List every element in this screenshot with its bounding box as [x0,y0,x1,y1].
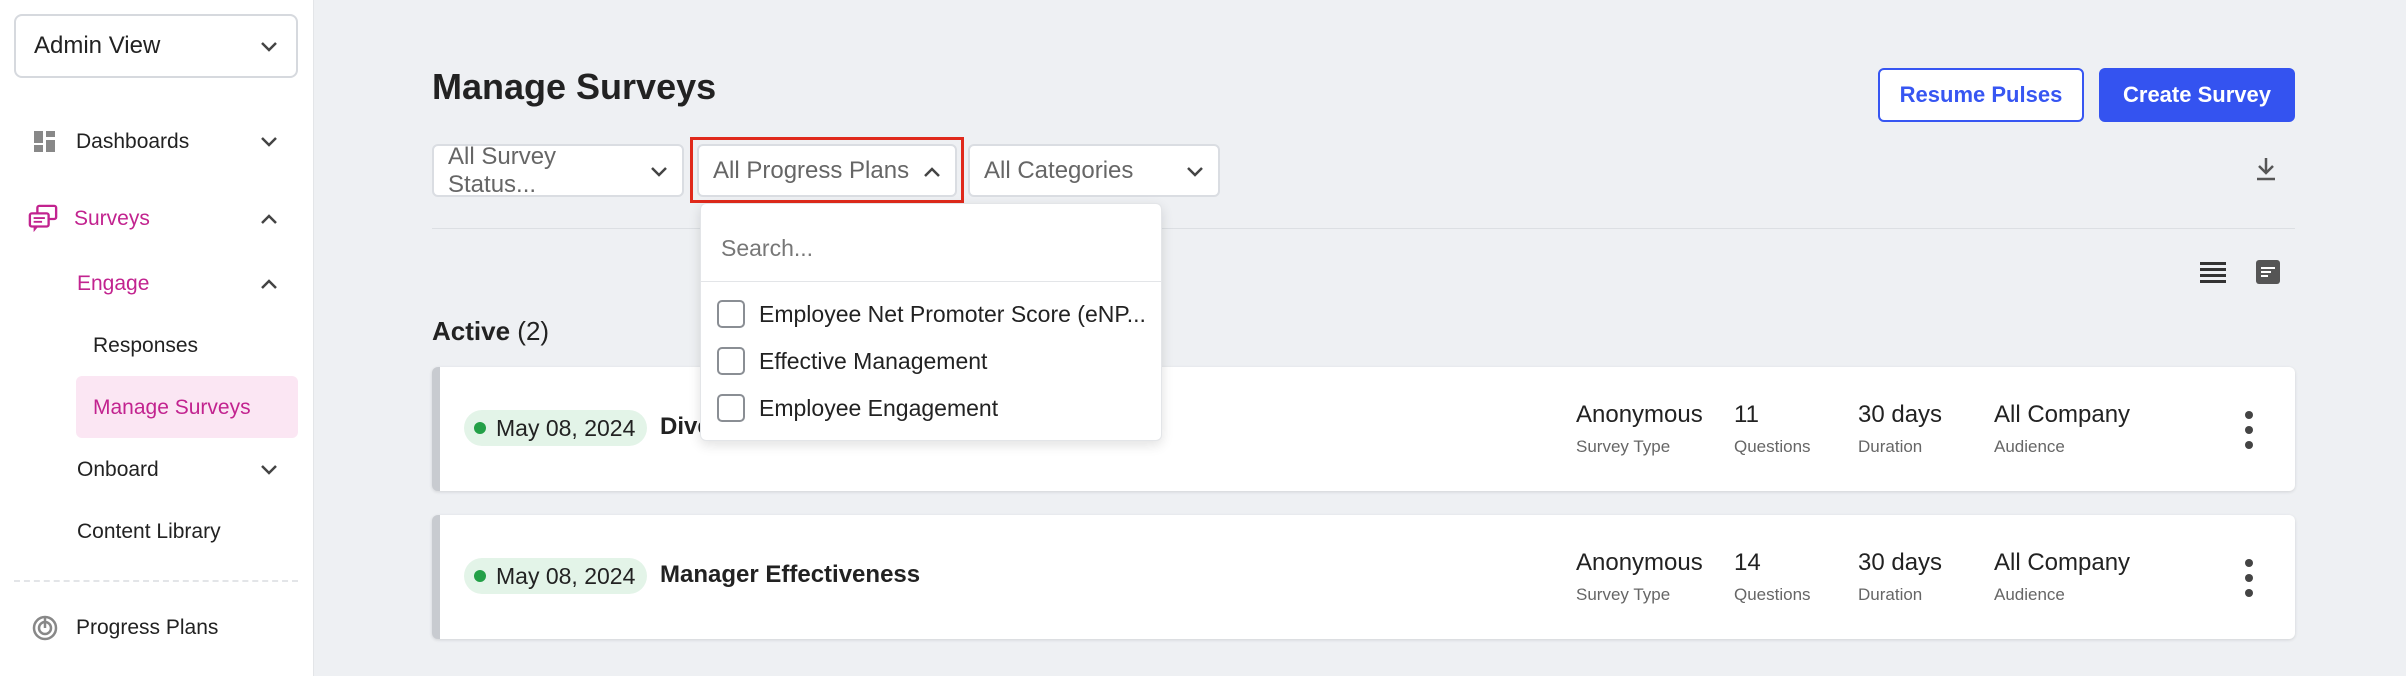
sidebar-item-label: Dashboards [76,130,190,153]
dropdown-option[interactable]: Effective Management [717,347,987,375]
dropdown-divider [701,281,1161,282]
sidebar-item-label: Onboard [77,458,159,481]
dropdown-option[interactable]: Employee Engagement [717,394,998,422]
dropdown-option[interactable]: Employee Net Promoter Score (eNP... [717,300,1146,328]
section-title-label: Active [432,316,511,346]
survey-type-value: Anonymous [1576,549,1703,576]
sidebar-item-content-library[interactable]: Content Library [77,520,221,544]
sidebar-item-label: Surveys [74,207,150,230]
survey-audience: All Company Audience [1994,549,2130,605]
chevron-down-icon [1186,157,1204,185]
surveys-icon [28,204,58,234]
dashboard-icon [30,127,60,157]
sidebar-item-label: Engage [77,272,150,295]
checkbox[interactable] [717,300,745,328]
dropdown-option-label: Employee Net Promoter Score (eNP... [759,300,1146,327]
duration-label: Duration [1858,585,1923,604]
sidebar: Admin View Dashboards Surveys Engage Res… [0,0,314,676]
sidebar-item-surveys[interactable]: Surveys [28,204,278,234]
status-badge: May 08, 2024 [464,558,648,594]
active-dot-icon [474,570,486,582]
audience-label: Audience [1994,585,2065,604]
survey-type-label: Survey Type [1576,585,1671,604]
survey-type: Anonymous Survey Type [1576,401,1703,457]
survey-status-filter-label: All Survey Status... [448,142,557,198]
survey-date: May 08, 2024 [496,414,636,441]
status-badge: May 08, 2024 [464,410,648,446]
sidebar-item-dashboards[interactable]: Dashboards [30,127,278,157]
audience-value: All Company [1994,549,2131,576]
sidebar-item-label: Manage Surveys [93,396,251,419]
resume-pulses-button[interactable]: Resume Pulses [1878,68,2084,122]
checkbox[interactable] [717,394,745,422]
progress-plans-dropdown: Employee Net Promoter Score (eNP... Effe… [700,203,1162,441]
sidebar-item-label: Content Library [77,520,221,543]
chevron-up-icon [260,207,278,231]
dropdown-option-label: Employee Engagement [759,394,999,421]
create-survey-button[interactable]: Create Survey [2099,68,2295,122]
sidebar-item-progress-plans[interactable]: Progress Plans [30,613,218,643]
view-select-label: Admin View [34,32,161,59]
questions-label: Questions [1734,585,1811,604]
questions-value: 14 [1734,549,1761,576]
survey-duration: 30 days Duration [1858,549,1942,605]
sidebar-item-responses[interactable]: Responses [93,334,198,358]
view-select[interactable]: Admin View [14,14,298,78]
active-dot-icon [474,422,486,434]
card-view-icon[interactable] [2256,260,2280,289]
survey-questions: 11 Questions [1734,401,1811,457]
section-title: Active (2) [432,316,549,347]
audience-value: All Company [1994,401,2131,428]
more-options-icon[interactable] [2245,411,2255,449]
dropdown-search-input[interactable] [721,230,1141,266]
progress-plans-icon [30,613,60,643]
categories-filter-label: All Categories [984,156,1134,184]
survey-type-value: Anonymous [1576,401,1703,428]
questions-label: Questions [1734,437,1811,456]
survey-type-label: Survey Type [1576,437,1671,456]
chevron-down-icon [650,157,668,185]
survey-name[interactable]: Manager Effectiveness [660,561,920,589]
page-title: Manage Surveys [432,66,717,107]
survey-duration: 30 days Duration [1858,401,1942,457]
survey-audience: All Company Audience [1994,401,2130,457]
section-count: (2) [517,316,550,346]
dropdown-option-label: Effective Management [759,347,988,374]
download-icon[interactable] [2254,156,2278,187]
chevron-up-icon [260,272,278,296]
survey-card[interactable]: May 08, 2024 Manager Effectiveness Anony… [432,515,2295,639]
chevron-down-icon [260,32,278,60]
checkbox[interactable] [717,347,745,375]
sidebar-item-label: Responses [93,334,199,357]
highlight-box [690,137,964,203]
duration-label: Duration [1858,437,1923,456]
survey-questions: 14 Questions [1734,549,1811,605]
chevron-down-icon [260,458,278,482]
chevron-down-icon [260,130,278,154]
audience-label: Audience [1994,437,2065,456]
list-view-icon[interactable] [2200,260,2226,289]
duration-value: 30 days [1858,549,1943,576]
survey-status-filter[interactable]: All Survey Status... [432,142,684,198]
sidebar-item-label: Progress Plans [76,616,219,639]
sidebar-item-engage[interactable]: Engage [77,272,278,296]
sidebar-divider [14,580,298,582]
survey-type: Anonymous Survey Type [1576,549,1703,605]
sidebar-item-manage-surveys[interactable]: Manage Surveys [93,396,251,420]
questions-value: 11 [1734,401,1759,428]
duration-value: 30 days [1858,401,1943,428]
categories-filter[interactable]: All Categories [968,144,1220,197]
more-options-icon[interactable] [2245,559,2255,597]
sidebar-item-onboard[interactable]: Onboard [77,458,278,482]
survey-date: May 08, 2024 [496,562,636,589]
